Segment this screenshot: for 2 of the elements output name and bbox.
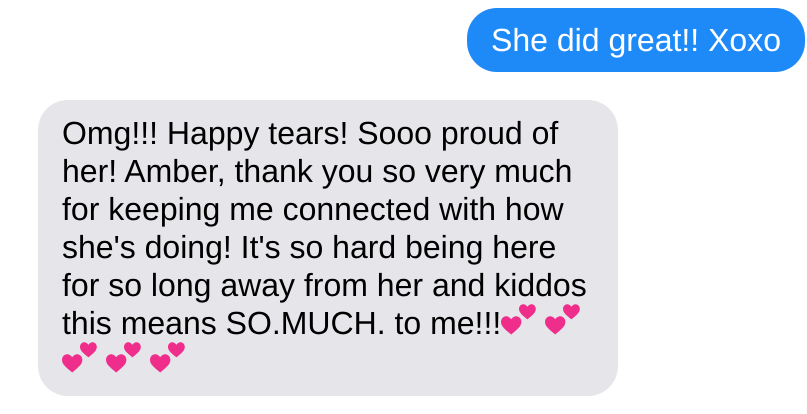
message-text: She did great!! Xoxo — [491, 21, 781, 59]
message-text: this means SO.MUCH. to me!!! — [62, 304, 502, 342]
